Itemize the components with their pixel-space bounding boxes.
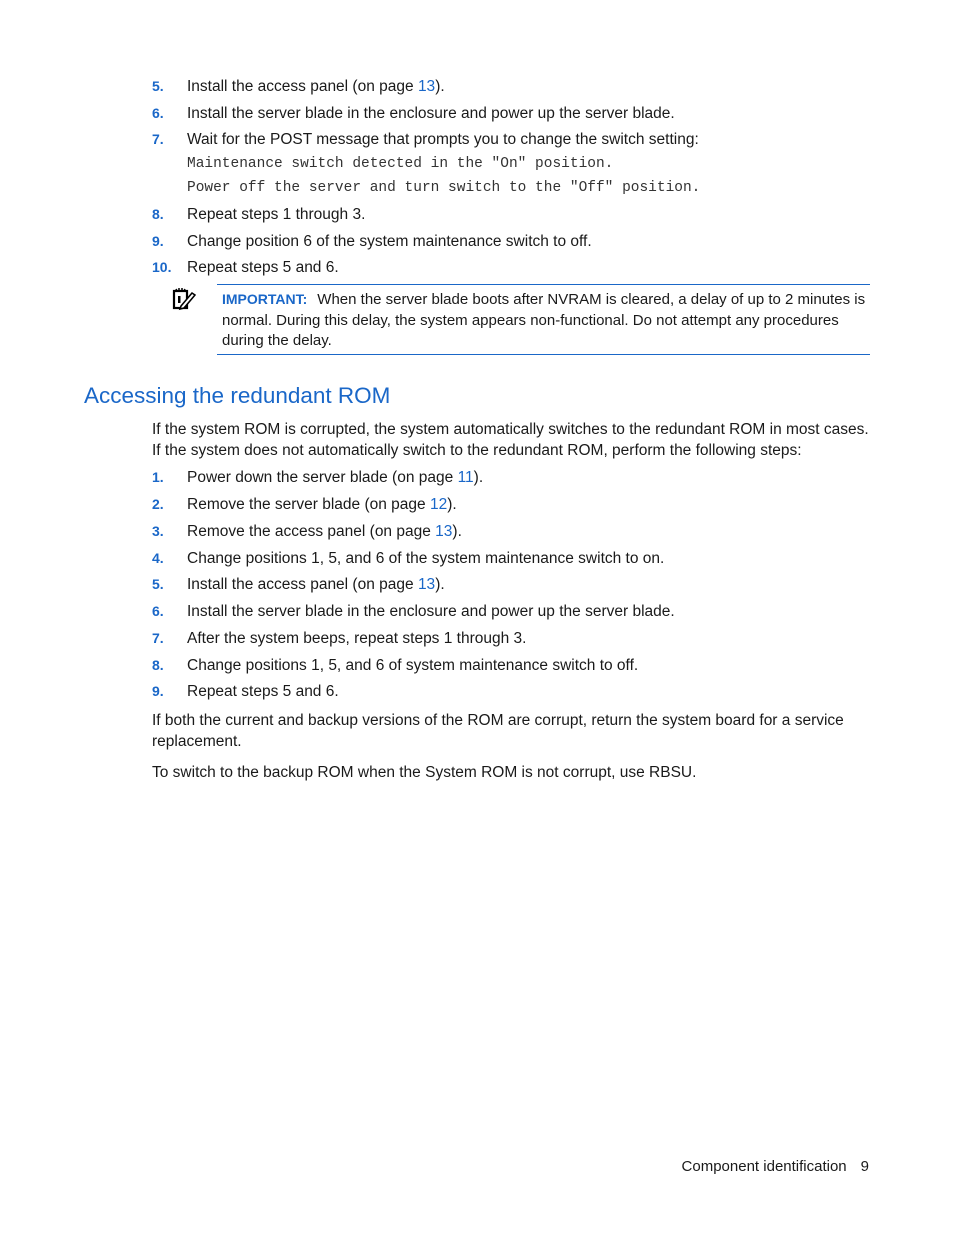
step-text: Install the server blade in the enclosur… — [187, 603, 675, 620]
step-text: After the system beeps, repeat steps 1 t… — [187, 630, 527, 647]
page-link[interactable]: 13 — [418, 78, 435, 95]
step-number: 9. — [152, 233, 164, 249]
page-link[interactable]: 13 — [418, 576, 435, 593]
list-item: 8. Repeat steps 1 through 3. — [152, 204, 365, 225]
page-link[interactable]: 12 — [430, 496, 447, 513]
list-item: 6. Install the server blade in the enclos… — [152, 601, 675, 622]
step-number: 3. — [152, 523, 164, 539]
important-note-icon — [172, 288, 196, 311]
page-footer: Component identification 9 — [682, 1158, 869, 1175]
step-number: 5. — [152, 78, 164, 94]
step-number: 8. — [152, 206, 164, 222]
list-item: 5. Install the access panel (on page 13). — [152, 574, 445, 595]
list-item: 3. Remove the access panel (on page 13). — [152, 521, 462, 542]
step-text: Repeat steps 1 through 3. — [187, 206, 366, 223]
step-text: Wait for the POST message that prompts y… — [187, 131, 699, 148]
step-text: Remove the server blade (on page 12). — [187, 496, 457, 513]
list-item: 5. Install the access panel (on page 13). — [152, 76, 445, 97]
footer-section-title: Component identification — [681, 1158, 847, 1175]
step-text: Change positions 1, 5, and 6 of system m… — [187, 657, 639, 674]
list-item: 9. Change position 6 of the system mainte… — [152, 231, 592, 252]
important-label: IMPORTANT: — [222, 291, 308, 307]
page-link[interactable]: 11 — [458, 469, 474, 486]
step-number: 10. — [152, 259, 172, 275]
step-number: 4. — [152, 550, 164, 566]
step-number: 2. — [152, 496, 164, 512]
corrupt-paragraph: If both the current and backup versions … — [152, 712, 844, 750]
list-item: 9. Repeat steps 5 and 6. — [152, 681, 339, 702]
step-number: 1. — [152, 469, 164, 485]
step-number: 5. — [152, 576, 164, 592]
list-item: 1. Power down the server blade (on page 1… — [152, 467, 483, 488]
list-item: 4. Change positions 1, 5, and 6 of the sy… — [152, 548, 664, 569]
intro-paragraph: If the system ROM is corrupted, the syst… — [152, 421, 869, 459]
post-message-line: Maintenance switch detected in the "On" … — [187, 156, 614, 172]
post-message-line: Power off the server and turn switch to … — [187, 180, 701, 196]
important-body: When the server blade boots after NVRAM … — [222, 291, 866, 349]
step-text: Change position 6 of the system maintena… — [187, 233, 592, 250]
step-text: Install the access panel (on page 13). — [187, 576, 445, 593]
step-text: Repeat steps 5 and 6. — [187, 683, 339, 700]
section-heading: Accessing the redundant ROM — [84, 383, 391, 408]
rbsu-paragraph: To switch to the backup ROM when the Sys… — [152, 764, 697, 781]
step-number: 8. — [152, 657, 164, 673]
step-number: 7. — [152, 630, 164, 646]
step-number: 6. — [152, 105, 164, 121]
step-text: Install the access panel (on page 13). — [187, 78, 445, 95]
important-note: IMPORTANT: When the server blade boots af… — [217, 284, 870, 355]
step-text: Repeat steps 5 and 6. — [187, 259, 339, 276]
step-number: 7. — [152, 131, 164, 147]
page-link[interactable]: 13 — [435, 523, 452, 540]
list-item: 2. Remove the server blade (on page 12). — [152, 494, 457, 515]
important-note-text: IMPORTANT: When the server blade boots af… — [222, 289, 870, 352]
list-item: 6. Install the server blade in the enclos… — [152, 103, 675, 124]
list-item: 7. After the system beeps, repeat steps 1… — [152, 628, 526, 649]
step-text: Power down the server blade (on page 11)… — [187, 469, 484, 486]
step-number: 6. — [152, 603, 164, 619]
step-number: 9. — [152, 683, 164, 699]
step-text: Install the server blade in the enclosur… — [187, 105, 675, 122]
step-text: Remove the access panel (on page 13). — [187, 523, 462, 540]
list-item: 8. Change positions 1, 5, and 6 of system… — [152, 655, 638, 676]
list-item: 7. Wait for the POST message that prompts… — [152, 129, 699, 150]
step-text: Change positions 1, 5, and 6 of the syst… — [187, 550, 665, 567]
list-item: 10. Repeat steps 5 and 6. — [152, 257, 339, 278]
page-number: 9 — [860, 1158, 869, 1175]
document-page: 5. Install the access panel (on page 13).… — [0, 0, 954, 1235]
